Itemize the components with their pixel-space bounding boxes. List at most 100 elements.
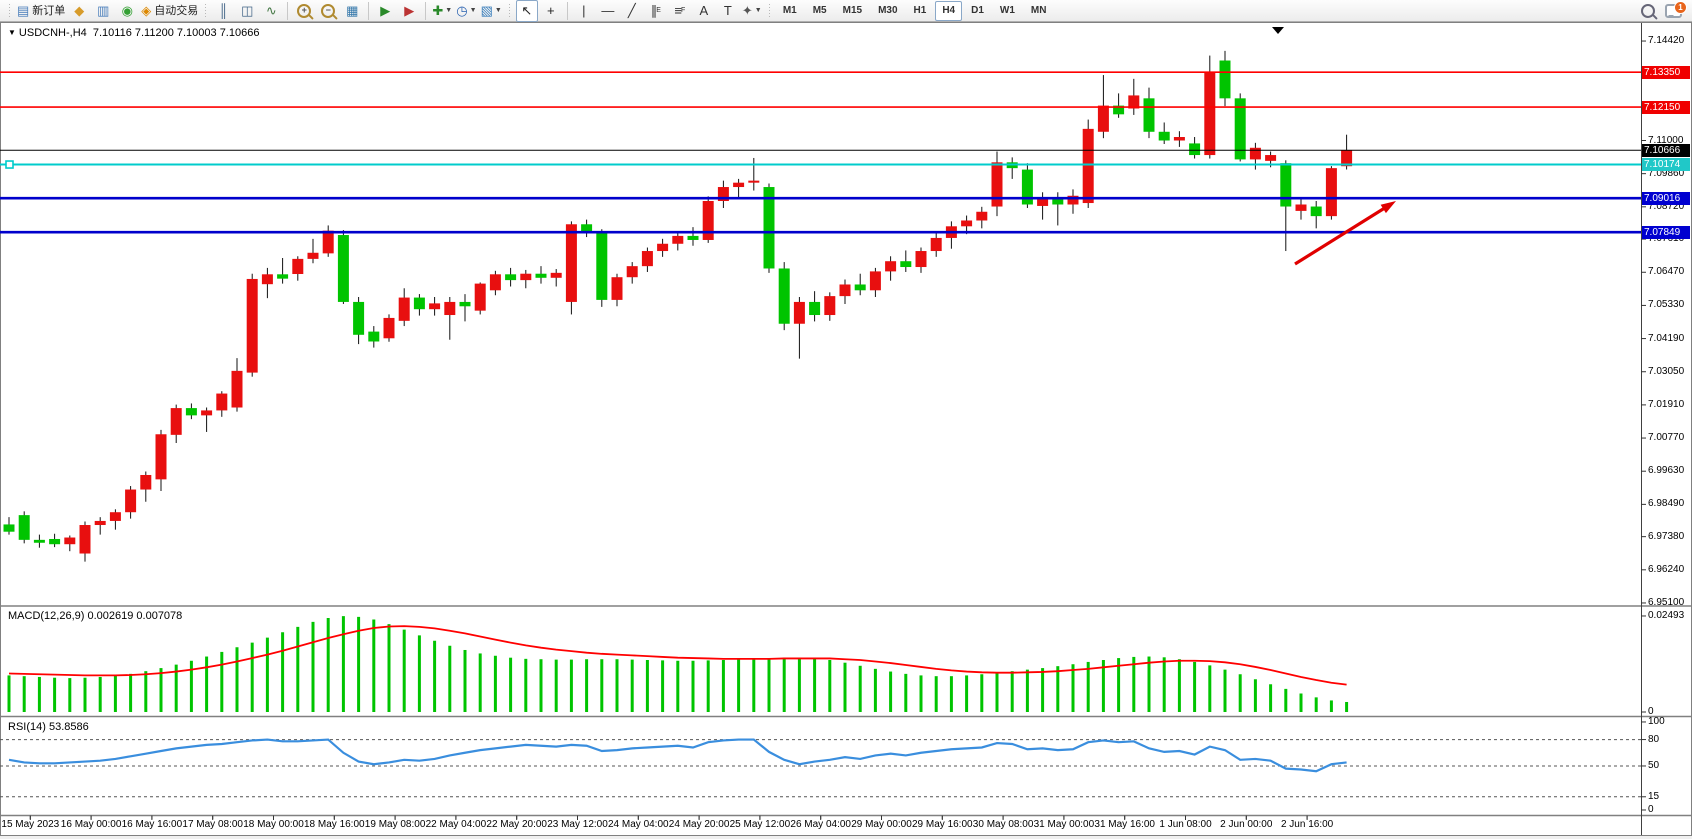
timeframe-d1[interactable]: D1	[964, 1, 991, 21]
time-axis-label: 29 May 16:00	[912, 819, 973, 830]
symbol-ohlc-text: USDCNH-,H4 7.10116 7.11200 7.10003 7.106…	[19, 27, 260, 39]
rsi-tick-label: 15	[1648, 791, 1659, 802]
price-tick-label: 7.06470	[1648, 266, 1684, 277]
dropdown-caret-icon[interactable]: ▼	[495, 2, 502, 20]
timeframe-h4[interactable]: H4	[935, 1, 962, 21]
chart-plot-area[interactable]	[0, 0, 1692, 839]
time-axis-label: 29 May 00:00	[851, 819, 912, 830]
search-icon[interactable]	[1641, 4, 1655, 18]
chat-icon[interactable]: 1	[1665, 4, 1682, 18]
templates-button[interactable]: ▧▼	[480, 0, 503, 22]
auto-scroll-button[interactable]: ▶	[374, 0, 396, 22]
periods-button[interactable]: ◷▼	[455, 0, 477, 22]
horizontal-line-button[interactable]: —	[597, 0, 619, 22]
time-axis-label: 18 May 00:00	[243, 819, 304, 830]
tile-windows-icon: ▦	[346, 2, 358, 20]
rsi-tick-label: 0	[1648, 804, 1654, 815]
candlestick-chart-button[interactable]: ◫	[236, 0, 258, 22]
timeframe-m30[interactable]: M30	[871, 1, 904, 21]
time-axis-label: 22 May 20:00	[486, 819, 547, 830]
text-icon: A	[699, 2, 708, 20]
zoom-out-icon: −	[321, 4, 335, 18]
timeframe-h1[interactable]: H1	[907, 1, 934, 21]
timeframe-mn[interactable]: MN	[1024, 1, 1054, 21]
profiles-icon: ◆	[74, 2, 84, 20]
time-axis-label: 16 May 16:00	[122, 819, 183, 830]
text-button[interactable]: A	[693, 0, 715, 22]
bar-chart-icon: ║	[219, 2, 228, 20]
toolbar-separator	[287, 2, 288, 20]
price-line-badge: 7.12150	[1642, 101, 1690, 114]
price-tick-label: 6.96240	[1648, 564, 1684, 575]
zoom-in-icon: +	[297, 4, 311, 18]
time-axis-label: 23 May 12:00	[547, 819, 608, 830]
line-chart-icon: ∿	[266, 2, 277, 20]
timeframe-m5[interactable]: M5	[806, 1, 834, 21]
auto-scroll-icon: ▶	[380, 2, 390, 20]
line-chart-button[interactable]: ∿	[260, 0, 282, 22]
toolbar-right-group: 1	[1641, 4, 1688, 18]
price-tick-label: 7.00770	[1648, 432, 1684, 443]
zoom-in-button[interactable]: +	[293, 0, 315, 22]
market-watch-button[interactable]: ▥	[92, 0, 114, 22]
auto-trading-button-label: 自动交易	[154, 2, 198, 20]
time-axis-label: 15 May 2023	[1, 819, 59, 830]
crosshair-button[interactable]: +	[540, 0, 562, 22]
dropdown-caret-icon[interactable]: ▼	[445, 2, 452, 20]
data-window-icon: ◉	[122, 2, 133, 20]
periods-icon: ◷	[456, 2, 467, 20]
vertical-line-icon: |	[582, 2, 585, 20]
price-tick-label: 7.05330	[1648, 299, 1684, 310]
dropdown-caret-icon[interactable]: ▼	[470, 2, 477, 20]
time-axis-label: 22 May 04:00	[426, 819, 487, 830]
symbol-dropdown-icon[interactable]: ▼	[8, 28, 16, 37]
time-axis-label: 31 May 00:00	[1034, 819, 1095, 830]
bar-chart-button[interactable]: ║	[212, 0, 234, 22]
rsi-tick-label: 80	[1648, 734, 1659, 745]
data-window-button[interactable]: ◉	[116, 0, 138, 22]
price-line-badge: 7.09016	[1642, 192, 1690, 205]
arrows-button[interactable]: ✦▼	[741, 0, 763, 22]
market-watch-icon: ▥	[97, 2, 109, 20]
chart-shift-icon: ▶	[404, 2, 414, 20]
toolbar-grip	[507, 4, 512, 18]
toolbar-separator	[368, 2, 369, 20]
timeframe-w1[interactable]: W1	[993, 1, 1022, 21]
arrows-icon: ✦	[742, 2, 753, 20]
text-label-button[interactable]: T	[717, 0, 739, 22]
price-tick-label: 6.97380	[1648, 531, 1684, 542]
time-axis-label: 31 May 16:00	[1094, 819, 1155, 830]
cursor-button[interactable]: ↖	[516, 0, 538, 22]
zoom-out-button[interactable]: −	[317, 0, 339, 22]
auto-trading-icon: ◈	[141, 2, 151, 20]
new-order-button[interactable]: ▤新订单	[16, 0, 66, 22]
rsi-tick-label: 50	[1648, 760, 1659, 771]
macd-tick-label: 0.02493	[1648, 610, 1684, 621]
macd-indicator-label: MACD(12,26,9) 0.002619 0.007078	[8, 610, 182, 622]
time-axis-label: 30 May 08:00	[973, 819, 1034, 830]
time-axis-label: 18 May 16:00	[304, 819, 365, 830]
top-toolbar: ▤新订单◆▥◉◈自动交易║◫∿+−▦▶▶✚▼◷▼▧▼↖+|—╱∥E≡FAT✦▼M…	[0, 0, 1692, 22]
equidistant-channel-button[interactable]: ∥E	[645, 0, 667, 22]
timeframe-m15[interactable]: M15	[836, 1, 869, 21]
symbol-title: ▼USDCNH-,H4 7.10116 7.11200 7.10003 7.10…	[8, 27, 259, 39]
indicators-button[interactable]: ✚▼	[431, 0, 453, 22]
rsi-indicator-label: RSI(14) 53.8586	[8, 721, 89, 733]
time-axis-label: 1 Jun 08:00	[1159, 819, 1211, 830]
profiles-button[interactable]: ◆	[68, 0, 90, 22]
toolbar-grip	[767, 4, 772, 18]
time-axis-label: 2 Jun 00:00	[1220, 819, 1272, 830]
tile-windows-button[interactable]: ▦	[341, 0, 363, 22]
time-axis-label: 17 May 08:00	[182, 819, 243, 830]
chart-shift-button[interactable]: ▶	[398, 0, 420, 22]
price-tick-label: 6.99630	[1648, 465, 1684, 476]
vertical-line-button[interactable]: |	[573, 0, 595, 22]
price-tick-label: 7.01910	[1648, 399, 1684, 410]
auto-trading-button[interactable]: ◈自动交易	[140, 0, 199, 22]
dropdown-caret-icon[interactable]: ▼	[755, 2, 762, 20]
toolbar-grip	[7, 4, 12, 18]
trendline-button[interactable]: ╱	[621, 0, 643, 22]
timeframe-m1[interactable]: M1	[776, 1, 804, 21]
time-axis-label: 19 May 08:00	[365, 819, 426, 830]
fibonacci-button[interactable]: ≡F	[669, 0, 691, 22]
